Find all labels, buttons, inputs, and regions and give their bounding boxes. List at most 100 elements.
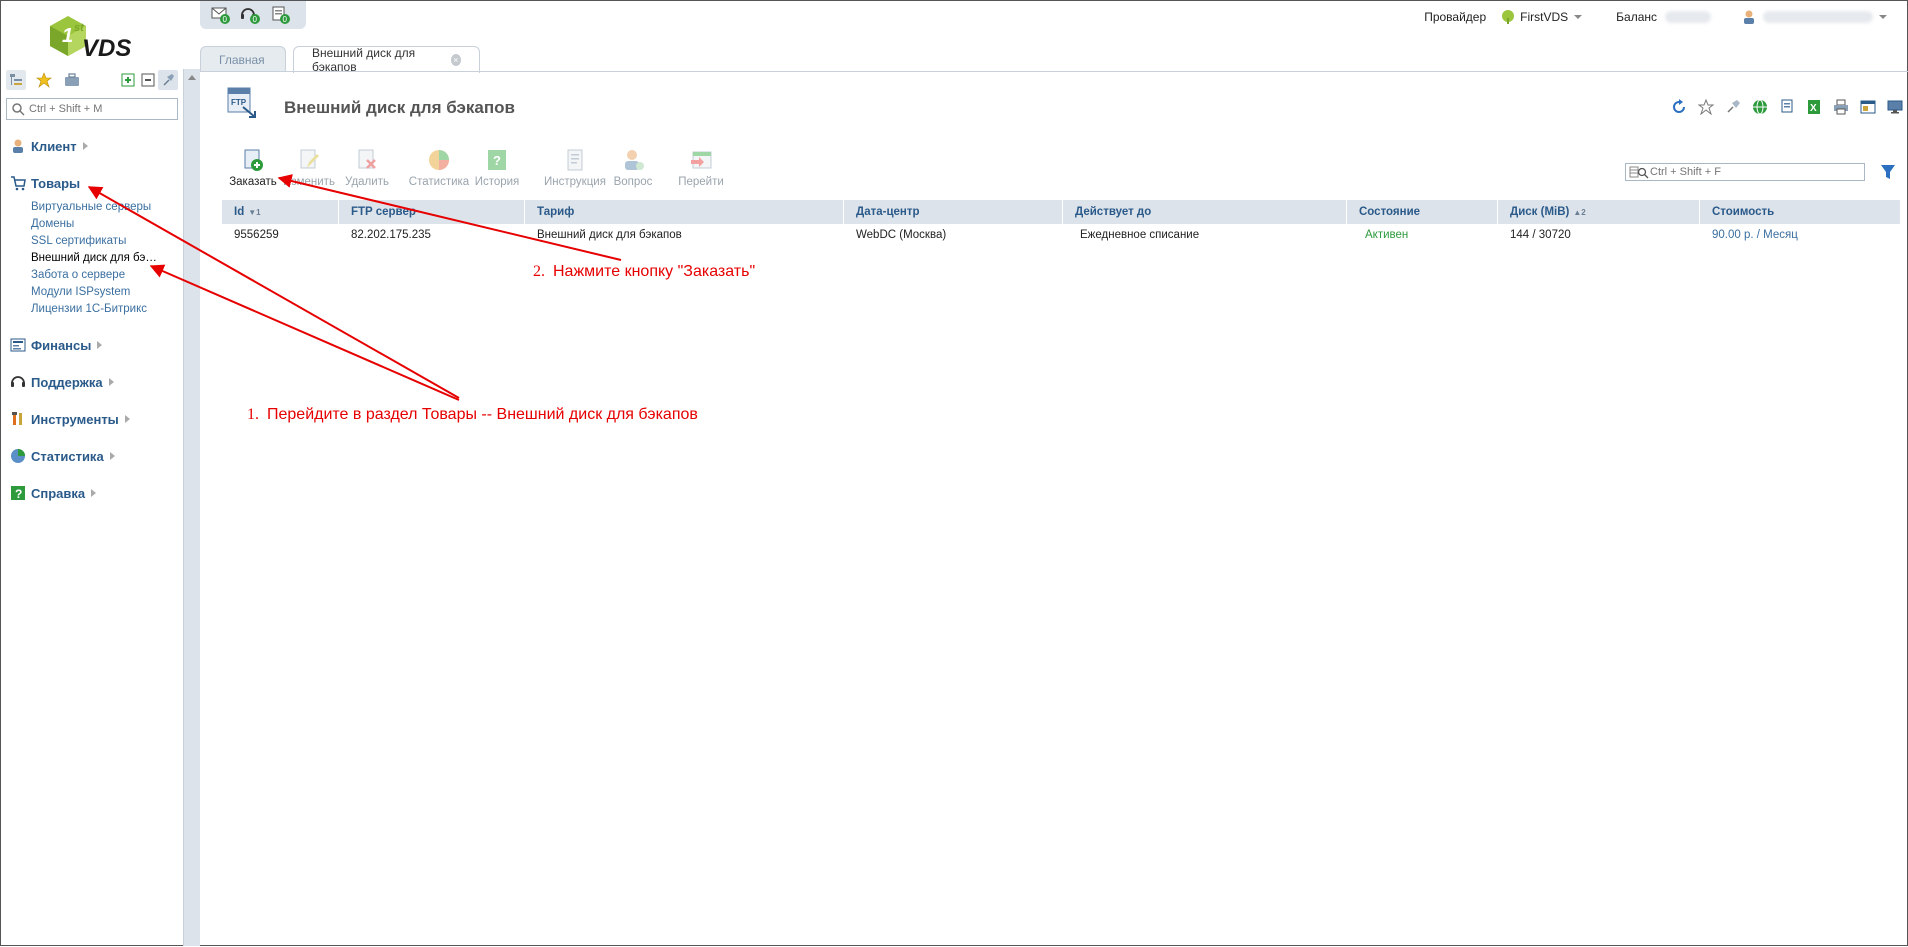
menu-group-help[interactable]: ? Справка [9, 483, 97, 503]
mail-notification-icon[interactable]: 0 [210, 5, 232, 25]
menu-group-statistics[interactable]: Статистика [9, 446, 115, 466]
svg-text:st: st [74, 22, 85, 34]
chevron-right-icon [109, 452, 115, 460]
sidebar-item-bitrix-licenses[interactable]: Лицензии 1С-Битрикс [31, 303, 147, 315]
column-header-cost[interactable]: Стоимость [1700, 200, 1900, 224]
star-icon[interactable] [1697, 98, 1715, 116]
support-notification-icon[interactable]: 0 [240, 5, 262, 25]
sidebar-item-virtual-servers[interactable]: Виртуальные серверы [31, 201, 151, 213]
table-filter [1625, 163, 1865, 181]
main-content: FTP Внешний диск для бэкапов X Заказать … [200, 72, 1908, 946]
goto-button[interactable]: Перейти [669, 146, 733, 188]
sidebar-item-server-care[interactable]: Забота о сервере [31, 269, 125, 281]
cell-disk: 144 / 30720 [1510, 229, 1571, 241]
annotation-step-2: 2. Нажмите кнопку "Заказать" [533, 263, 756, 280]
sidebar-item-domains[interactable]: Домены [31, 218, 74, 230]
copy-icon[interactable] [1778, 98, 1796, 116]
cell-ftp-server: 82.202.175.235 [351, 229, 431, 241]
column-header-disk[interactable]: Диск (MiB) ▲2 [1498, 200, 1700, 224]
sidebar-item-ispsystem-modules[interactable]: Модули ISPsystem [31, 286, 130, 298]
column-header-valid-until[interactable]: Действует до [1063, 200, 1347, 224]
svg-text:FTP: FTP [231, 98, 247, 107]
tab-backup-disk[interactable]: Внешний диск для бэкапов × [293, 46, 480, 74]
sidebar-toolbar [6, 70, 178, 92]
cell-datacenter: WebDC (Москва) [856, 229, 947, 241]
sidebar: 1 st VDS Ctrl + Shift + M Клиент Товары … [2, 2, 183, 945]
user-name-redacted [1763, 11, 1873, 23]
data-table: Id ▼1 FTP сервер Тариф Дата-центр Действу… [222, 200, 1900, 246]
column-header-id[interactable]: Id ▼1 [222, 200, 339, 224]
favorites-icon[interactable] [34, 70, 54, 90]
pin-icon[interactable] [1724, 98, 1742, 116]
menu-group-products[interactable]: Товары [9, 173, 80, 193]
edit-button[interactable]: Изменить [277, 146, 341, 188]
search-icon [12, 103, 25, 116]
user-avatar-icon [1744, 10, 1754, 24]
svg-text:0: 0 [253, 15, 258, 24]
sidebar-search [6, 98, 178, 120]
question-button[interactable]: Вопрос [601, 146, 665, 188]
instruction-button[interactable]: Инструкция [543, 146, 607, 188]
export-excel-icon[interactable]: X [1805, 98, 1823, 116]
pin-icon[interactable] [158, 70, 178, 90]
filter-input[interactable] [1650, 165, 1860, 179]
column-header-status[interactable]: Состояние [1347, 200, 1498, 224]
tab-home[interactable]: Главная [200, 46, 286, 72]
refresh-icon[interactable] [1670, 98, 1688, 116]
menu-group-finance[interactable]: Финансы [9, 335, 103, 355]
briefcase-icon[interactable] [62, 70, 82, 90]
annotation-step-1: 1. Перейдите в раздел Товары -- Внешний д… [247, 406, 698, 423]
provider-select[interactable]: FirstVDS [1500, 9, 1583, 25]
menu-group-tools[interactable]: Инструменты [9, 409, 130, 429]
globe-icon[interactable] [1751, 98, 1769, 116]
cell-status: Активен [1365, 229, 1409, 241]
client-icon [9, 137, 27, 155]
cell-cost[interactable]: 90.00 р. / Месяц [1700, 224, 1798, 246]
help-icon: ? [9, 484, 27, 502]
page-title: Внешний диск для бэкапов [284, 98, 515, 117]
app-window: 1 st VDS Ctrl + Shift + M Клиент Товары … [0, 0, 1908, 946]
scroll-up-arrow-icon[interactable] [188, 75, 196, 80]
svg-text:0: 0 [223, 15, 228, 24]
firstvds-logo[interactable]: 1 st VDS [46, 12, 142, 64]
cell-valid-until: Ежедневное списание [1080, 229, 1200, 241]
delete-button[interactable]: Удалить [335, 146, 399, 188]
svg-text:?: ? [15, 487, 22, 501]
balance-label: Баланс [1616, 10, 1657, 24]
question-icon [619, 146, 647, 172]
cell-id: 9556259 [234, 229, 279, 241]
print-icon[interactable] [1832, 98, 1850, 116]
order-button[interactable]: Заказать [221, 146, 285, 188]
expand-all-icon[interactable] [118, 70, 138, 90]
document-notification-icon[interactable]: 0 [270, 5, 292, 25]
history-button[interactable]: ? История [465, 146, 529, 188]
sidebar-item-ssl[interactable]: SSL сертификаты [31, 235, 126, 247]
svg-text:?: ? [493, 153, 501, 168]
collapse-all-icon[interactable] [138, 70, 158, 90]
sidebar-search-input[interactable] [29, 101, 174, 117]
sidebar-item-backup-disk[interactable]: Внешний диск для бэ… [31, 252, 157, 264]
instruction-icon [561, 146, 589, 172]
goto-icon [687, 146, 715, 172]
menu-group-client[interactable]: Клиент [9, 136, 88, 156]
monitor-icon[interactable] [1886, 98, 1904, 116]
settings-icon[interactable] [1859, 98, 1877, 116]
sidebar-splitter[interactable] [183, 69, 200, 946]
menu-group-support[interactable]: Поддержка [9, 372, 114, 392]
statistics-button[interactable]: Статистика [407, 146, 471, 188]
svg-text:X: X [1810, 103, 1817, 114]
column-header-datacenter[interactable]: Дата-центр [844, 200, 1063, 224]
column-header-tariff[interactable]: Тариф [525, 200, 844, 224]
delete-icon [353, 146, 381, 172]
table-row[interactable]: 9556259 82.202.175.235 Внешний диск для … [222, 224, 1900, 246]
filter-funnel-icon[interactable] [1880, 163, 1896, 181]
user-menu[interactable] [1741, 9, 1887, 25]
edit-icon [295, 146, 323, 172]
tree-view-icon[interactable] [6, 70, 26, 90]
chart-pie-icon [425, 146, 453, 172]
column-header-ftp-server[interactable]: FTP сервер [339, 200, 525, 224]
statistics-icon [9, 447, 27, 465]
close-tab-icon[interactable]: × [450, 54, 461, 66]
svg-text:0: 0 [283, 15, 288, 24]
history-icon: ? [483, 146, 511, 172]
